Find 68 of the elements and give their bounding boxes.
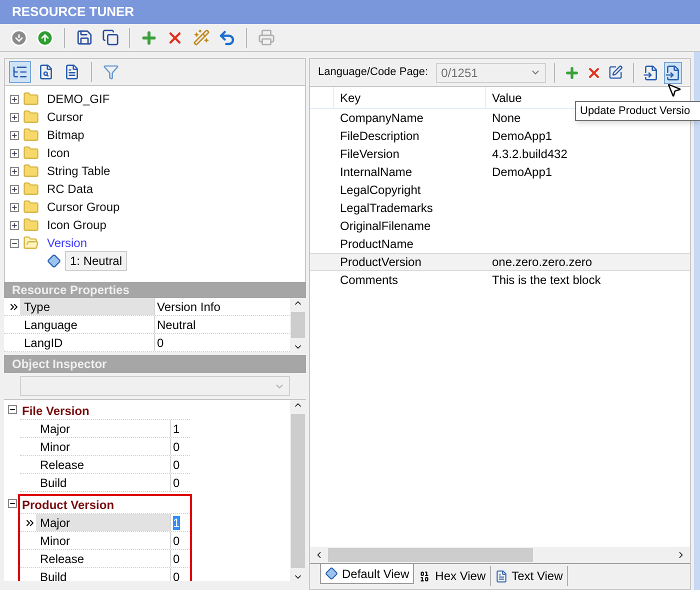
table-cell-text: Comments [340, 272, 400, 289]
view-tab[interactable]: Text View [490, 566, 568, 586]
table-cell-text: FileDescription [340, 128, 420, 145]
property-value[interactable]: 0 [173, 534, 180, 548]
table-cell-text: LegalTrademarks [340, 200, 434, 217]
panel-title: Object Inspector [12, 356, 107, 373]
tree-item[interactable]: Icon Group [47, 216, 106, 234]
group-title: File Version [21, 402, 90, 420]
property-value[interactable]: 0 [173, 476, 180, 490]
property-value[interactable]: 0 [173, 552, 180, 566]
table-cell-text: LegalCopyright [340, 182, 422, 199]
table-row[interactable]: Comments This is the text block [310, 271, 690, 289]
property-name: Major [39, 421, 72, 437]
tooltip: Update Product Versio [575, 101, 700, 121]
view-tab[interactable]: Hex View [414, 566, 491, 586]
tree-item[interactable]: DEMO_GIF [47, 90, 110, 108]
property-name: LangID [23, 335, 64, 351]
property-name: Language [23, 317, 78, 333]
field-label: Language/Code Page: [318, 65, 428, 80]
table-cell-text: None [492, 110, 521, 127]
tree-item[interactable]: String Table [47, 162, 110, 180]
property-name: Minor [39, 439, 72, 455]
property-value[interactable]: 0 [157, 336, 164, 350]
view-tab[interactable]: Default View [320, 564, 414, 584]
tree-item[interactable]: RC Data [47, 180, 94, 198]
table-cell-text: This is the text block [492, 272, 601, 289]
table-row[interactable]: FileVersion 4.3.2.build432 [310, 145, 690, 163]
property-name: Release [39, 551, 86, 567]
table-cell-text: OriginalFilename [340, 218, 432, 235]
property-name: Major [36, 514, 170, 531]
property-value[interactable]: Version Info [157, 300, 220, 314]
table-cell-text: one.zero.zero.zero [492, 254, 592, 271]
table-row[interactable]: OriginalFilename [310, 217, 690, 235]
property-value[interactable]: 0 [173, 458, 180, 472]
table-row[interactable]: ProductName [310, 235, 690, 253]
tree-item[interactable]: Bitmap [47, 126, 84, 144]
table-row[interactable]: FileDescription DemoApp1 [310, 127, 690, 145]
tree-item[interactable]: Icon [47, 144, 70, 162]
panel-title: Resource Properties [12, 282, 130, 299]
property-name: Minor [39, 533, 72, 549]
table-cell-text: DemoApp1 [492, 164, 552, 181]
table-cell-text: FileVersion [340, 146, 400, 163]
table-cell-text: InternalName [340, 164, 414, 181]
property-value[interactable]: 0 [173, 440, 180, 454]
tree-item[interactable]: 1: Neutral [65, 251, 128, 271]
table-cell-text: 4.3.2.build432 [492, 146, 568, 163]
group-title: Product Version [21, 496, 116, 514]
column-header[interactable]: Key [334, 87, 486, 108]
tree-item[interactable]: Cursor [47, 108, 84, 126]
tree-item[interactable]: Cursor Group [47, 198, 120, 216]
window-title: RESOURCE TUNER [12, 3, 134, 22]
property-name: Build [39, 475, 68, 491]
table-row[interactable]: InternalName DemoApp1 [310, 163, 690, 181]
property-name: Release [39, 457, 86, 473]
table-row[interactable]: LegalCopyright [310, 181, 690, 199]
table-row[interactable]: ProductVersion one.zero.zero.zero [310, 253, 690, 271]
table-cell-text: ProductVersion [340, 254, 422, 271]
table-cell-text: DemoApp1 [492, 128, 552, 145]
property-name: Build [39, 569, 68, 581]
property-name: Type [20, 298, 154, 315]
column-header[interactable]: Value [486, 88, 522, 106]
table-row[interactable]: LegalTrademarks [310, 199, 690, 217]
table-cell-text: CompanyName [340, 110, 424, 127]
table-cell-text: ProductName [340, 236, 414, 253]
property-value[interactable]: Neutral [157, 318, 196, 332]
tree-item[interactable]: Version [47, 234, 88, 252]
property-value[interactable]: 1 [173, 422, 180, 436]
property-value[interactable]: 0 [173, 570, 180, 581]
